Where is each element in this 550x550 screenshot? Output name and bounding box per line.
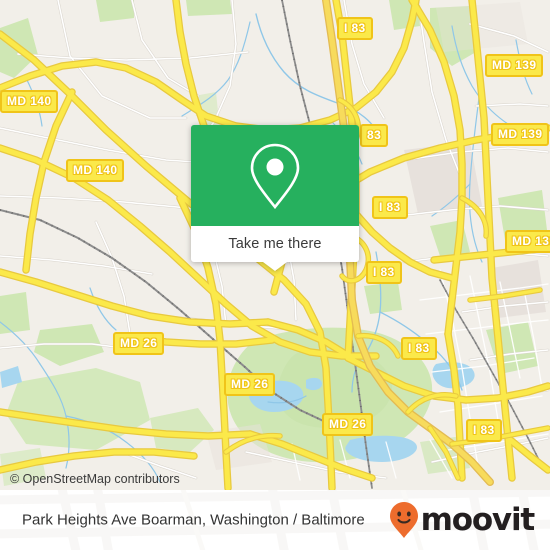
popup-action-panel[interactable]: Take me there [191,226,359,271]
road-shield: MD 26 [322,413,374,436]
road-shield: MD 140 [66,159,125,182]
popup-tail-arrow [263,262,287,271]
station-title: Park Heights Ave Boarman, Washington / B… [22,511,365,529]
take-me-there-button[interactable]: Take me there [228,236,321,252]
road-shield: MD 139 [505,230,550,253]
road-shield: MD 139 [491,123,550,146]
location-popup-card[interactable]: Take me there [191,125,359,271]
road-shield: I 83 [366,261,402,284]
road-shield: MD 139 [485,54,544,77]
road-shield: I 83 [337,17,373,40]
moovit-station-map-screen: .land { fill:#f2efe9; } .blk { fill:#eae… [0,0,550,550]
road-shield: MD 26 [113,332,165,355]
road-shield: MD 26 [224,373,276,396]
road-shield: I 83 [401,337,437,360]
moovit-smiley-pin-icon [389,502,418,538]
road-shield: I 83 [466,419,502,442]
road-shield: 83 [360,124,389,147]
road-shield: I 83 [372,196,408,219]
footer-bar: Park Heights Ave Boarman, Washington / B… [0,490,550,550]
osm-attribution: © OpenStreetMap contributors [10,472,180,486]
popup-marker-panel [191,125,359,226]
map-canvas[interactable]: .land { fill:#f2efe9; } .blk { fill:#eae… [0,0,550,490]
moovit-brand-logo[interactable]: moovit [389,501,536,539]
map-pin-icon [250,143,300,209]
road-shield: MD 140 [0,90,59,113]
moovit-wordmark: moovit [420,501,536,538]
